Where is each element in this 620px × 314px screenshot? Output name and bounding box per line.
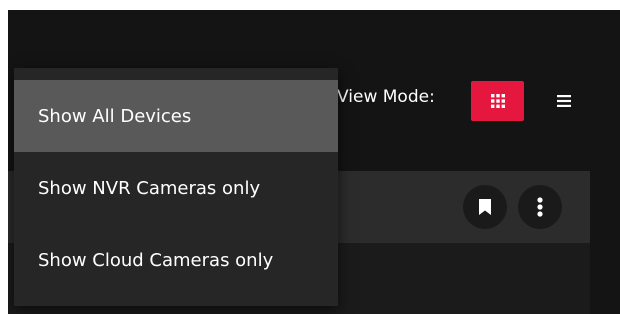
grid-view-button[interactable] [471, 81, 524, 121]
menu-item-show-all-devices[interactable]: Show All Devices [14, 80, 338, 152]
menu-item-show-cloud-cameras[interactable]: Show Cloud Cameras only [14, 224, 338, 296]
more-options-button[interactable] [518, 185, 562, 229]
menu-item-show-nvr-cameras[interactable]: Show NVR Cameras only [14, 152, 338, 224]
list-view-button[interactable] [544, 81, 584, 121]
view-mode-label: View Mode: [337, 87, 435, 107]
menu-item-label: Show All Devices [38, 105, 192, 127]
menu-item-label: Show Cloud Cameras only [38, 249, 274, 271]
more-vertical-icon [537, 197, 543, 217]
bookmark-button[interactable] [463, 185, 507, 229]
bookmark-icon [479, 199, 491, 215]
menu-item-label: Show NVR Cameras only [38, 177, 261, 199]
device-filter-menu: Show All Devices Show NVR Cameras only S… [14, 68, 338, 306]
app-window: View Mode: Show All Devices Show NVR Cam… [8, 10, 620, 314]
list-icon [557, 95, 571, 107]
grid-icon [490, 94, 505, 108]
